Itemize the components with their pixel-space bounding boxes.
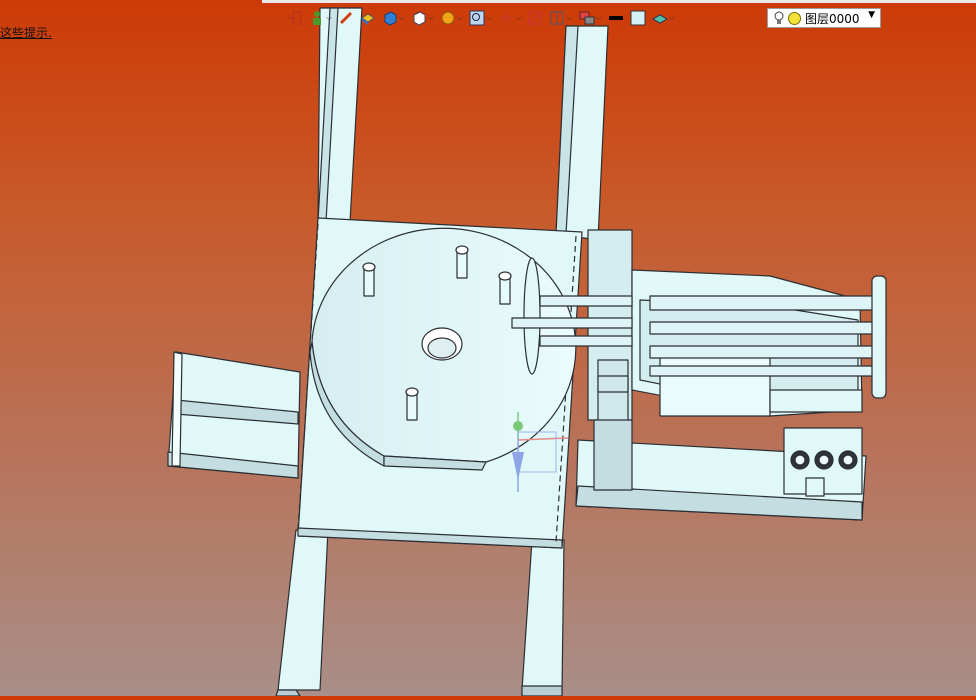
chevron-down-icon: ⌵ (668, 13, 675, 22)
exit-button[interactable] (285, 7, 305, 29)
lightbulb-icon (774, 11, 784, 24)
section-icon (528, 11, 542, 25)
axis-icon (500, 12, 513, 24)
frame-button[interactable]: ⌵ (547, 7, 574, 29)
chevron-down-icon: ⌵ (515, 13, 522, 22)
view-toolbar: ⌵ ⌵ ⌵ ⌵ ⌵ ⌵ ⌵ ⌵ ⌵ (285, 6, 679, 30)
layer-select[interactable]: 图层0000 ▼ (767, 8, 881, 28)
chevron-down-icon: ⌵ (457, 13, 464, 22)
stack-icon (579, 11, 595, 25)
chevron-down-icon: ⌵ (566, 13, 573, 22)
chevron-down-icon: ⌵ (326, 13, 333, 22)
pencil-button[interactable] (336, 7, 356, 29)
layer-plane-icon (651, 14, 668, 24)
sphere-button[interactable]: ⌵ (438, 7, 465, 29)
white-cube-button[interactable]: ⌵ (409, 7, 436, 29)
chevron-down-icon: ⌵ (595, 13, 602, 22)
pencil-icon (340, 11, 353, 25)
exit-icon (288, 11, 302, 25)
layer-name: 图层0000 (805, 11, 860, 26)
frame-rail-right-bottom[interactable] (521, 539, 565, 691)
color-swatch-icon (630, 10, 646, 26)
chevron-down-icon: ⌵ (428, 13, 435, 22)
black-line-icon (608, 16, 623, 20)
hint-text: 这些提示. (0, 26, 52, 40)
chevron-down-icon: ⌵ (399, 13, 406, 22)
person-button[interactable]: ⌵ (307, 7, 334, 29)
color-button[interactable] (628, 7, 648, 29)
chevron-down-icon[interactable]: ▼ (868, 10, 875, 20)
yellow-box-button[interactable] (358, 7, 378, 29)
orange-sphere-icon (441, 11, 455, 25)
zoom-button[interactable]: ⌵ (467, 7, 494, 29)
flange-disc-a[interactable] (523, 257, 541, 375)
frame-rail-left-bottom[interactable] (277, 529, 329, 691)
yellow-box-icon (361, 13, 375, 25)
end-plate[interactable] (871, 275, 887, 399)
section-button[interactable] (525, 7, 545, 29)
green-person-icon (313, 11, 321, 25)
blue-cube-icon (384, 11, 397, 26)
layer-color-icon (788, 11, 801, 25)
blue-cube-button[interactable]: ⌵ (380, 7, 407, 29)
axis-button[interactable]: ⌵ (496, 7, 523, 29)
white-cube-icon (413, 11, 426, 26)
layer-plane-button[interactable]: ⌵ (650, 7, 677, 29)
line-style-button[interactable] (606, 7, 626, 29)
3d-viewport[interactable] (0, 0, 976, 697)
frame-icon (550, 11, 564, 25)
cad-model-view[interactable] (0, 0, 976, 697)
chevron-down-icon: ⌵ (486, 13, 493, 22)
window-top-strip (262, 0, 976, 3)
zoom-icon (469, 10, 485, 26)
stack-button[interactable]: ⌵ (577, 7, 604, 29)
